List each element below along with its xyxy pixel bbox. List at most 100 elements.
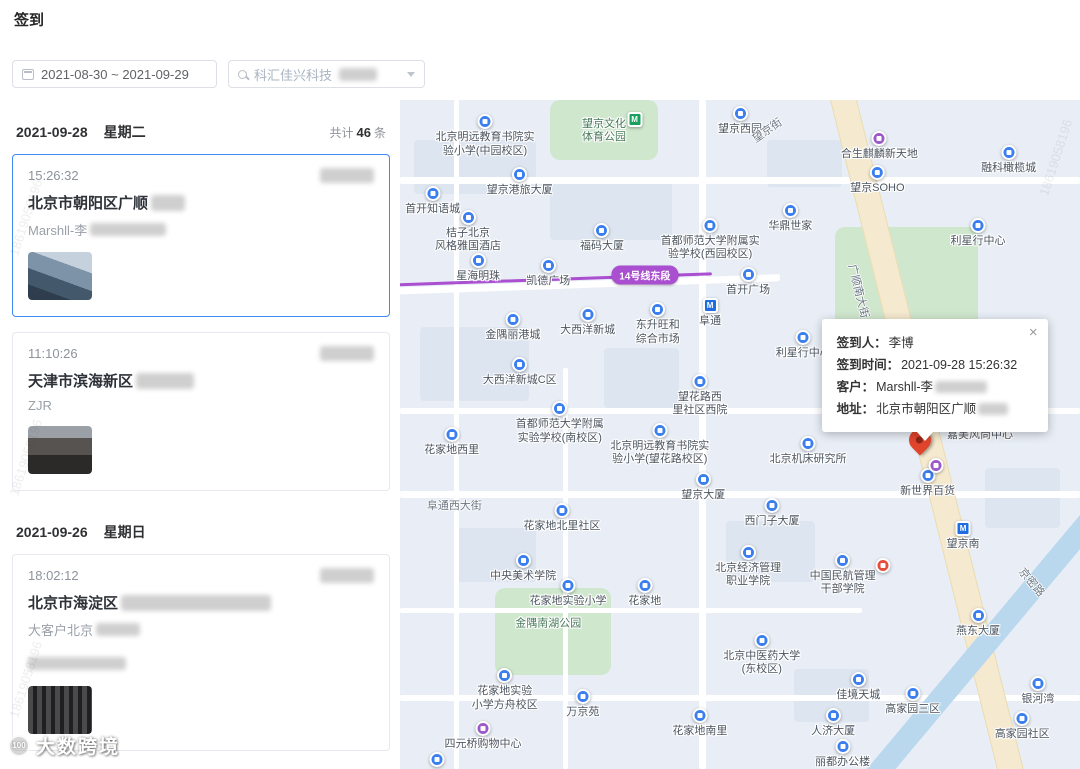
map-poi: 望京SOHO (850, 164, 905, 195)
map-poi: 北京机床研究所 (770, 436, 847, 466)
redacted-text (151, 194, 186, 211)
map-poi: 合生麒麟新天地 (841, 131, 918, 161)
close-icon[interactable]: × (1029, 325, 1038, 340)
map-poi: 高家园社区 (995, 711, 1050, 741)
redacted-text (96, 623, 141, 636)
checkin-card[interactable]: 15:26:32 北京市朝阳区广顺 Marshll-李 (12, 154, 390, 317)
checkin-card[interactable]: 11:10:26 天津市滨海新区 ZJR (12, 332, 390, 491)
map-poi: 金隅丽港城 (485, 311, 540, 342)
road-label: 阜通西大街 (426, 499, 482, 512)
map-poi: 北京明远教育书院实 验小学(中园校区) (436, 114, 535, 157)
metro-line-badge: 14号线东段 (611, 265, 679, 285)
calendar-icon (22, 68, 34, 80)
map-poi: 丽都办公楼 (815, 738, 870, 769)
map-poi: 花家地南里 (672, 708, 727, 738)
map-poi: 凯德广场 (526, 258, 570, 288)
map-poi: 首都师范大学附属 实验学校(南校区) (516, 401, 604, 444)
infowindow-address-row: 地址： 北京市朝阳区广顺 (837, 398, 1033, 420)
infowindow-signin-row: 签到人： 李博 (836, 336, 914, 351)
checkin-card[interactable]: 18:02:12 北京市海淀区 大客户北京 (12, 554, 390, 751)
map-poi (875, 557, 891, 573)
map-poi: 福码大厦 (580, 223, 624, 253)
checkin-photo[interactable] (28, 252, 92, 300)
metro-station-marker: 阜通 (699, 298, 721, 328)
redacted-text (90, 223, 167, 236)
map-poi: 四元桥购物中心 (444, 721, 521, 751)
map-poi: 桔子北京 风格雅国酒店 (435, 210, 501, 253)
brand-watermark: 100 大数跨境 (8, 732, 120, 759)
checkin-customer: 大客户北京 (28, 620, 374, 639)
map-poi: 北京中医药大学 (东校区) (723, 632, 800, 676)
group-weekday: 星期日 (103, 524, 146, 540)
map-poi: 佳境天城 (836, 672, 880, 702)
map-poi: 利星行中心 (951, 218, 1006, 248)
group-date: 2021-09-26 (16, 524, 88, 540)
redacted-text (339, 67, 378, 81)
checkin-customer: ZJR (28, 398, 52, 413)
map-poi: 花家地实验 小学方舟校区 (472, 668, 538, 711)
redacted-text (28, 657, 126, 671)
redacted-text (935, 381, 988, 394)
customer-filter-value: 科汇佳兴科技 (254, 67, 333, 83)
redacted-text (136, 372, 195, 389)
map-poi: 花家地 (628, 578, 661, 608)
checkin-page: 签到 2021-08-30 ~ 2021-09-29 科汇佳兴科技 2021-0… (0, 0, 1080, 769)
search-icon (238, 69, 247, 79)
map-poi: 花家地实验小学 (529, 578, 606, 608)
checkin-time: 18:02:12 (28, 568, 79, 583)
redacted-text (320, 168, 374, 183)
map-poi: 首开广场 (726, 266, 770, 297)
map-poi: 首都师范大学附属实 验学校(西园校区) (661, 218, 760, 261)
checkin-customer: Marshll-李 (28, 220, 374, 239)
customer-filter-select[interactable]: 科汇佳兴科技 (228, 60, 425, 88)
map-poi: 望京大厦 (681, 472, 725, 502)
metro-station-marker (627, 112, 643, 128)
redacted-text (121, 594, 272, 611)
date-range-picker[interactable]: 2021-08-30 ~ 2021-09-29 (12, 60, 217, 88)
map-poi: 星海明珠 (456, 252, 500, 283)
checkin-time: 11:10:26 (28, 346, 78, 361)
redacted-text (320, 346, 374, 361)
map-poi: 北京明远教育书院实 验小学(望花路校区) (610, 422, 709, 466)
map-poi: 花家地西里 (424, 426, 479, 457)
map-poi: 望花路西 里社区西院 (672, 373, 727, 417)
map-poi: 中国民航管理 干部学院 (810, 553, 876, 596)
page-title: 签到 (14, 12, 45, 29)
date-group-header: 2021-09-28 星期二 共计 46 条 (12, 106, 390, 154)
brand-logo-icon: 100 (8, 734, 30, 757)
checkin-photo[interactable] (28, 686, 92, 734)
map-poi: 望京港旅大厦 (487, 166, 553, 197)
group-weekday: 星期二 (103, 124, 146, 140)
checkin-address: 天津市滨海新区 (28, 370, 374, 391)
map-poi: 新世界百货 (900, 468, 955, 498)
map-poi: 大西洋新城 (560, 307, 615, 337)
map-poi: 万京苑 (566, 689, 599, 719)
brand-name: 大数跨境 (36, 737, 121, 758)
chevron-down-icon (407, 71, 415, 77)
checkin-address: 北京市朝阳区广顺 (28, 192, 374, 213)
map-poi: 高家园三区 (885, 686, 940, 716)
map-poi: 华鼎世家 (768, 203, 812, 233)
map-poi (429, 751, 445, 767)
checkin-list: 2021-09-28 星期二 共计 46 条 15:26:32 北京市朝阳区广顺 M… (12, 106, 390, 769)
map-poi: 人济大厦 (811, 708, 855, 738)
map-area-label: 金隅南湖公园 (515, 617, 582, 630)
map-poi (928, 457, 944, 473)
map-poi: 大西洋新城C区 (483, 357, 557, 387)
map-poi: 融科橄榄城 (981, 144, 1036, 175)
checkin-infowindow: × 签到人： 李博 签到时间： 2021-09-28 15:26:32 客户： Mar… (821, 319, 1048, 442)
map-canvas[interactable]: × 签到人： 李博 签到时间： 2021-09-28 15:26:32 客户： Mar… (400, 100, 1080, 769)
group-date: 2021-09-28 (16, 124, 88, 140)
map-poi: 东升旺和 综合市场 (636, 302, 680, 345)
redacted-text (320, 568, 374, 583)
infowindow-arrow (916, 432, 933, 442)
map-poi: 燕东大厦 (956, 608, 1000, 638)
map-poi: 花家地北里社区 (523, 503, 600, 533)
date-range-value: 2021-08-30 ~ 2021-09-29 (41, 66, 189, 82)
map-poi: 西门子大厦 (744, 498, 799, 528)
total-count: 共计 46 条 (329, 125, 387, 140)
infowindow-customer-row: 客户： Marshll-李 (837, 376, 1033, 398)
map-poi: 银河湾 (1021, 676, 1054, 706)
redacted-text (978, 403, 1009, 416)
infowindow-time-row: 签到时间： 2021-09-28 15:26:32 (836, 358, 1018, 373)
